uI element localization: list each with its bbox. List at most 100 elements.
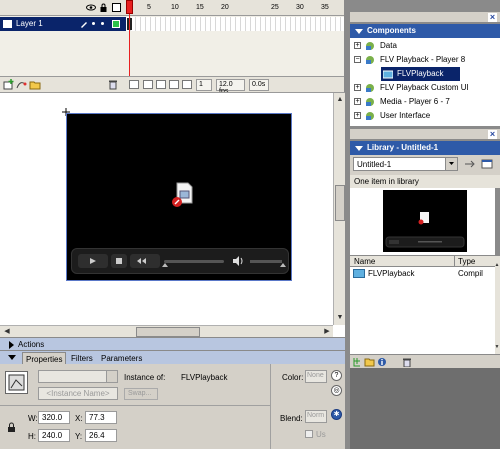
new-symbol-icon[interactable] xyxy=(352,357,362,367)
name-column-header[interactable]: Name xyxy=(354,257,375,266)
chevron-down-icon[interactable] xyxy=(445,158,457,170)
frame-rate[interactable]: 12.0 fps xyxy=(216,79,245,92)
close-icon[interactable]: × xyxy=(488,13,497,22)
collapse-box-icon[interactable]: − xyxy=(354,56,361,63)
width-field[interactable]: 320.0 xyxy=(38,411,70,424)
onion-skin-button[interactable] xyxy=(143,80,153,89)
volume-bar[interactable] xyxy=(250,260,282,263)
frame-number: 30 xyxy=(296,4,304,11)
y-field[interactable]: 26.4 xyxy=(85,429,117,442)
scroll-right-arrow-icon[interactable]: ▶ xyxy=(322,327,332,337)
stage-vertical-scrollbar[interactable]: ▲ ▼ xyxy=(333,93,345,325)
collapse-arrow-icon[interactable] xyxy=(355,146,363,151)
component-symbol-icon xyxy=(5,371,28,394)
tree-item-data[interactable]: + Data xyxy=(350,39,500,53)
swap-button[interactable]: Swap... xyxy=(124,388,158,400)
components-title-bar[interactable]: Components xyxy=(350,24,500,38)
seek-bar[interactable] xyxy=(164,260,224,263)
scroll-left-arrow-icon[interactable]: ◀ xyxy=(2,327,12,337)
scroll-down-arrow-icon[interactable]: ▼ xyxy=(335,313,345,323)
scroll-thumb[interactable] xyxy=(335,185,345,221)
use-runtime-bitmap-checkbox[interactable] xyxy=(305,430,313,438)
volume-icon[interactable] xyxy=(232,255,244,267)
outline-icon[interactable] xyxy=(112,3,121,12)
height-field[interactable]: 240.0 xyxy=(38,429,70,442)
collapse-arrow-icon[interactable] xyxy=(355,29,363,34)
pin-library-icon[interactable] xyxy=(463,158,476,170)
layer-row[interactable]: Layer 1 xyxy=(0,17,126,31)
components-title: Components xyxy=(367,26,416,35)
stage-horizontal-scrollbar[interactable]: ◀ ▶ xyxy=(0,325,333,337)
new-library-panel-icon[interactable] xyxy=(481,158,494,170)
scroll-down-arrow-icon[interactable]: ▼ xyxy=(492,342,500,352)
width-label: W: xyxy=(28,414,38,423)
x-field[interactable]: 77.3 xyxy=(85,411,117,424)
expand-arrow-icon[interactable] xyxy=(9,341,14,349)
library-item-row[interactable]: FLVPlayback Compil xyxy=(350,267,495,280)
library-title-bar[interactable]: Library - Untitled-1 xyxy=(350,141,500,155)
accessibility-icon[interactable]: ✱ xyxy=(331,409,342,420)
collapse-arrow-icon[interactable] xyxy=(8,355,16,360)
tree-item-label: FLVPlayback xyxy=(397,69,444,78)
options-icon[interactable]: ◎ xyxy=(331,385,342,396)
scroll-up-arrow-icon[interactable]: ▲ xyxy=(492,260,500,270)
type-column-header[interactable]: Type xyxy=(458,257,475,266)
stage-area[interactable]: ▲ ▼ ◀ ▶ xyxy=(0,92,345,337)
blend-dropdown[interactable]: Norm xyxy=(305,410,327,423)
instance-name-field[interactable]: <Instance Name> xyxy=(38,387,118,400)
tree-item-flvplayback[interactable]: FLVPlayback xyxy=(381,67,460,81)
eye-icon[interactable] xyxy=(86,3,96,12)
motion-guide-icon[interactable] xyxy=(16,79,27,90)
lock-icon[interactable] xyxy=(99,3,108,12)
outline-color-square[interactable] xyxy=(112,20,120,28)
library-document-dropdown[interactable]: Untitled-1 xyxy=(353,157,458,171)
library-item-count: One item in library xyxy=(350,175,500,188)
seek-handle[interactable] xyxy=(162,263,168,267)
stop-button[interactable] xyxy=(111,254,127,268)
flvplayback-instance[interactable] xyxy=(66,113,292,281)
tree-item-label: Data xyxy=(380,41,397,50)
properties-icon[interactable] xyxy=(377,357,387,367)
color-label: Color: xyxy=(282,373,304,382)
expand-box-icon[interactable]: + xyxy=(354,84,361,91)
tree-item-label: FLV Playback - Player 8 xyxy=(380,55,466,64)
scroll-thumb[interactable] xyxy=(136,327,200,337)
volume-handle[interactable] xyxy=(280,263,286,267)
expand-box-icon[interactable]: + xyxy=(354,42,361,49)
trash-icon[interactable] xyxy=(108,79,118,90)
edit-multiple-frames-button[interactable] xyxy=(169,80,179,89)
trash-icon[interactable] xyxy=(402,357,412,368)
component-icon xyxy=(353,269,365,278)
close-icon[interactable]: × xyxy=(488,130,497,139)
library-document-value: Untitled-1 xyxy=(357,160,392,169)
onion-outlines-button[interactable] xyxy=(156,80,166,89)
tree-item-flv-playback-player-8[interactable]: − FLV Playback - Player 8 xyxy=(350,53,500,67)
insert-folder-icon[interactable] xyxy=(29,79,41,90)
onion-markers-button[interactable] xyxy=(182,80,192,89)
help-icon[interactable]: ? xyxy=(331,370,342,381)
tree-item-media-player-6-7[interactable]: + Media - Player 6 - 7 xyxy=(350,95,500,109)
expand-box-icon[interactable]: + xyxy=(354,98,361,105)
play-button[interactable] xyxy=(78,254,108,268)
scroll-up-arrow-icon[interactable]: ▲ xyxy=(335,95,345,105)
insert-layer-icon[interactable] xyxy=(3,79,14,90)
lock-dot[interactable] xyxy=(101,22,104,25)
library-scrollbar[interactable]: ▲ ▼ xyxy=(495,256,500,354)
tree-item-user-interface[interactable]: + User Interface xyxy=(350,109,500,123)
lock-icon[interactable] xyxy=(7,422,16,432)
seek-buttons[interactable] xyxy=(130,254,160,268)
center-frame-button[interactable] xyxy=(129,80,139,89)
symbol-type-dropdown[interactable] xyxy=(38,370,118,383)
library-footer xyxy=(350,354,500,368)
tree-item-flv-playback-custom-ui[interactable]: + FLV Playback Custom UI xyxy=(350,81,500,95)
color-dropdown[interactable]: None xyxy=(305,370,327,383)
library-title: Library - Untitled-1 xyxy=(367,143,439,152)
playback-skin-bar xyxy=(71,248,289,274)
actions-panel-bar[interactable]: Actions xyxy=(0,337,345,350)
frame-ruler[interactable]: 1 5 10 15 20 25 30 35 xyxy=(126,0,344,16)
frame-track[interactable] xyxy=(126,17,344,31)
visibility-dot[interactable] xyxy=(92,22,95,25)
current-frame: 1 xyxy=(196,79,212,91)
expand-box-icon[interactable]: + xyxy=(354,112,361,119)
new-folder-icon[interactable] xyxy=(364,357,375,367)
